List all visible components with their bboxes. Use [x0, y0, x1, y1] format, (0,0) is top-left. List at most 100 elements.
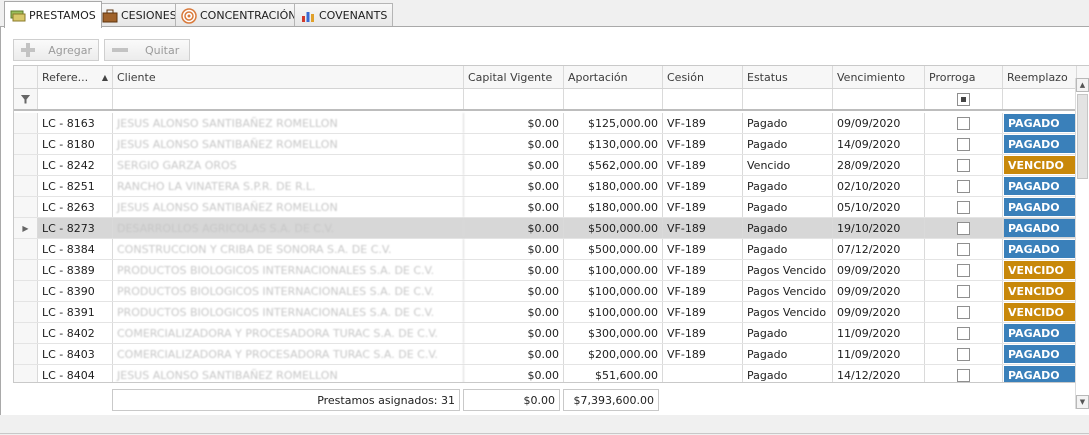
cell-vencimiento[interactable]: 09/09/2020 — [833, 281, 925, 301]
table-row[interactable]: LC - 8163 JESUS ALONSO SANTIBAÑEZ ROMELLO… — [14, 113, 1089, 134]
cell-aportacion[interactable]: $500,000.00 — [564, 239, 663, 259]
row-indicator[interactable] — [14, 113, 38, 133]
row-indicator[interactable] — [14, 155, 38, 175]
table-row[interactable]: LC - 8389 PRODUCTOS BIOLOGICOS INTERNACIO… — [14, 260, 1089, 281]
prorroga-checkbox[interactable] — [957, 326, 970, 340]
cell-prorroga[interactable] — [925, 344, 1003, 364]
table-row[interactable]: LC - 8403 COMERCIALIZADORA Y PROCESADORA … — [14, 344, 1089, 365]
table-row[interactable]: ▶ LC - 8273 DESARROLLOS AGRICOLAS S.A. DE … — [14, 218, 1089, 239]
filter-estatus[interactable] — [743, 89, 833, 109]
cell-vencimiento[interactable]: 14/09/2020 — [833, 134, 925, 154]
row-indicator[interactable] — [14, 260, 38, 280]
table-row[interactable]: LC - 8402 COMERCIALIZADORA Y PROCESADORA … — [14, 323, 1089, 344]
row-indicator[interactable] — [14, 302, 38, 322]
cell-cesion[interactable]: VF-189 — [663, 260, 743, 280]
cell-reemplazo[interactable]: PAGADO — [1003, 113, 1077, 133]
cell-reemplazo[interactable]: PAGADO — [1003, 197, 1077, 217]
cell-referencia[interactable]: LC - 8263 — [38, 197, 113, 217]
cell-cesion[interactable]: VF-189 — [663, 281, 743, 301]
cell-cliente[interactable]: SERGIO GARZA OROS — [113, 155, 464, 175]
prorroga-checkbox[interactable] — [957, 242, 970, 256]
cell-cesion[interactable]: VF-189 — [663, 197, 743, 217]
prorroga-checkbox[interactable] — [957, 305, 970, 319]
cell-aportacion[interactable]: $100,000.00 — [564, 260, 663, 280]
cell-vencimiento[interactable]: 07/12/2020 — [833, 239, 925, 259]
column-header-vencimiento[interactable]: Vencimiento — [833, 66, 925, 88]
row-indicator[interactable] — [14, 239, 38, 259]
cell-aportacion[interactable]: $130,000.00 — [564, 134, 663, 154]
cell-reemplazo[interactable]: PAGADO — [1003, 344, 1077, 364]
cell-cliente[interactable]: DESARROLLOS AGRICOLAS S.A. DE C.V. — [113, 218, 464, 238]
cell-reemplazo[interactable]: VENCIDO — [1003, 302, 1077, 322]
cell-aportacion[interactable]: $100,000.00 — [564, 281, 663, 301]
cell-vencimiento[interactable]: 05/10/2020 — [833, 197, 925, 217]
cell-estatus[interactable]: Pagado — [743, 197, 833, 217]
prorroga-checkbox[interactable] — [957, 116, 970, 130]
cell-referencia[interactable]: LC - 8402 — [38, 323, 113, 343]
cell-prorroga[interactable] — [925, 302, 1003, 322]
prorroga-checkbox[interactable] — [957, 137, 970, 151]
column-header-estatus[interactable]: Estatus — [743, 66, 833, 88]
cell-referencia[interactable]: LC - 8403 — [38, 344, 113, 364]
cell-cesion[interactable]: VF-189 — [663, 323, 743, 343]
cell-vencimiento[interactable]: 09/09/2020 — [833, 302, 925, 322]
cell-cliente[interactable]: CONSTRUCCION Y CRIBA DE SONORA S.A. DE C… — [113, 239, 464, 259]
cell-reemplazo[interactable]: VENCIDO — [1003, 281, 1077, 301]
cell-referencia[interactable]: LC - 8163 — [38, 113, 113, 133]
tab-covenants[interactable]: COVENANTS — [294, 3, 394, 27]
cell-vencimiento[interactable]: 28/09/2020 — [833, 155, 925, 175]
cell-estatus[interactable]: Pagado — [743, 113, 833, 133]
column-header-cesion[interactable]: Cesión — [663, 66, 743, 88]
column-header-referencia[interactable]: Refere... ▲ — [38, 66, 113, 88]
cell-aportacion[interactable]: $300,000.00 — [564, 323, 663, 343]
scroll-down-button[interactable]: ▼ — [1076, 395, 1089, 409]
cell-aportacion[interactable]: $500,000.00 — [564, 218, 663, 238]
cell-reemplazo[interactable]: PAGADO — [1003, 134, 1077, 154]
cell-vencimiento[interactable]: 11/09/2020 — [833, 344, 925, 364]
cell-reemplazo[interactable]: VENCIDO — [1003, 260, 1077, 280]
row-indicator[interactable] — [14, 323, 38, 343]
cell-estatus[interactable]: Pagado — [743, 134, 833, 154]
cell-cliente[interactable]: PRODUCTOS BIOLOGICOS INTERNACIONALES S.A… — [113, 281, 464, 301]
cell-vencimiento[interactable]: 09/09/2020 — [833, 113, 925, 133]
cell-estatus[interactable]: Pagado — [743, 344, 833, 364]
cell-reemplazo[interactable]: VENCIDO — [1003, 155, 1077, 175]
cell-capital[interactable]: $0.00 — [464, 197, 564, 217]
filter-cesion[interactable] — [663, 89, 743, 109]
add-button[interactable]: Agregar — [13, 39, 99, 61]
cell-reemplazo[interactable]: PAGADO — [1003, 218, 1077, 238]
cell-cliente[interactable]: RANCHO LA VINATERA S.P.R. DE R.L. — [113, 176, 464, 196]
cell-cesion[interactable]: VF-189 — [663, 239, 743, 259]
cell-capital[interactable]: $0.00 — [464, 260, 564, 280]
column-header-cliente[interactable]: Cliente — [113, 66, 464, 88]
prorroga-checkbox[interactable] — [957, 221, 970, 235]
cell-capital[interactable]: $0.00 — [464, 218, 564, 238]
prorroga-checkbox[interactable] — [957, 368, 970, 382]
table-row[interactable]: LC - 8242 SERGIO GARZA OROS $0.00 $562,000.… — [14, 155, 1089, 176]
cell-referencia[interactable]: LC - 8242 — [38, 155, 113, 175]
cell-referencia[interactable]: LC - 8389 — [38, 260, 113, 280]
cell-cesion[interactable]: VF-189 — [663, 218, 743, 238]
cell-estatus[interactable]: Pagado — [743, 365, 833, 382]
cell-cliente[interactable]: PRODUCTOS BIOLOGICOS INTERNACIONALES S.A… — [113, 260, 464, 280]
cell-referencia[interactable]: LC - 8180 — [38, 134, 113, 154]
cell-cesion[interactable]: VF-189 — [663, 302, 743, 322]
cell-capital[interactable]: $0.00 — [464, 281, 564, 301]
prorroga-checkbox[interactable] — [957, 179, 970, 193]
cell-aportacion[interactable]: $51,600.00 — [564, 365, 663, 382]
cell-capital[interactable]: $0.00 — [464, 323, 564, 343]
cell-cliente[interactable]: COMERCIALIZADORA Y PROCESADORA TURAC S.A… — [113, 344, 464, 364]
table-row[interactable]: LC - 8251 RANCHO LA VINATERA S.P.R. DE R.… — [14, 176, 1089, 197]
cell-reemplazo[interactable]: PAGADO — [1003, 365, 1077, 382]
cell-vencimiento[interactable]: 14/12/2020 — [833, 365, 925, 382]
cell-aportacion[interactable]: $100,000.00 — [564, 302, 663, 322]
cell-estatus[interactable]: Pagos Vencido — [743, 302, 833, 322]
filter-cliente[interactable] — [113, 89, 464, 109]
filter-aportacion[interactable] — [564, 89, 663, 109]
scroll-thumb[interactable] — [1077, 94, 1088, 179]
cell-estatus[interactable]: Pagado — [743, 239, 833, 259]
cell-aportacion[interactable]: $125,000.00 — [564, 113, 663, 133]
row-indicator[interactable] — [14, 365, 38, 382]
filter-reemplazo[interactable] — [1003, 89, 1077, 109]
cell-estatus[interactable]: Pagado — [743, 323, 833, 343]
